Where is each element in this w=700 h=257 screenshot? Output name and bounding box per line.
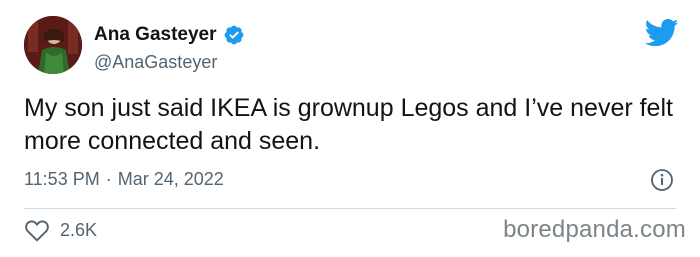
avatar[interactable] (24, 16, 82, 74)
tweet-text: My son just said IKEA is grownup Legos a… (24, 94, 673, 155)
twitter-bird-icon (644, 18, 679, 48)
like-button[interactable]: 2.6K (24, 218, 97, 242)
tweet-date: Mar 24, 2022 (117, 169, 224, 189)
meta-separator: · (105, 169, 112, 189)
author-name-row: Ana Gasteyer (94, 24, 245, 46)
like-count: 2.6K (60, 219, 98, 240)
watermark: boredpanda.com (503, 216, 686, 243)
author-display-name[interactable]: Ana Gasteyer (94, 24, 217, 46)
tweet-time: 11:53 PM (24, 169, 100, 189)
author-handle[interactable]: @AnaGasteyer (94, 51, 217, 73)
verified-badge-icon (223, 24, 245, 46)
info-icon[interactable] (650, 168, 674, 192)
heart-icon (25, 220, 49, 242)
divider (24, 208, 676, 209)
tweet-timestamp[interactable]: 11:53 PM · Mar 24, 2022 (24, 168, 224, 190)
